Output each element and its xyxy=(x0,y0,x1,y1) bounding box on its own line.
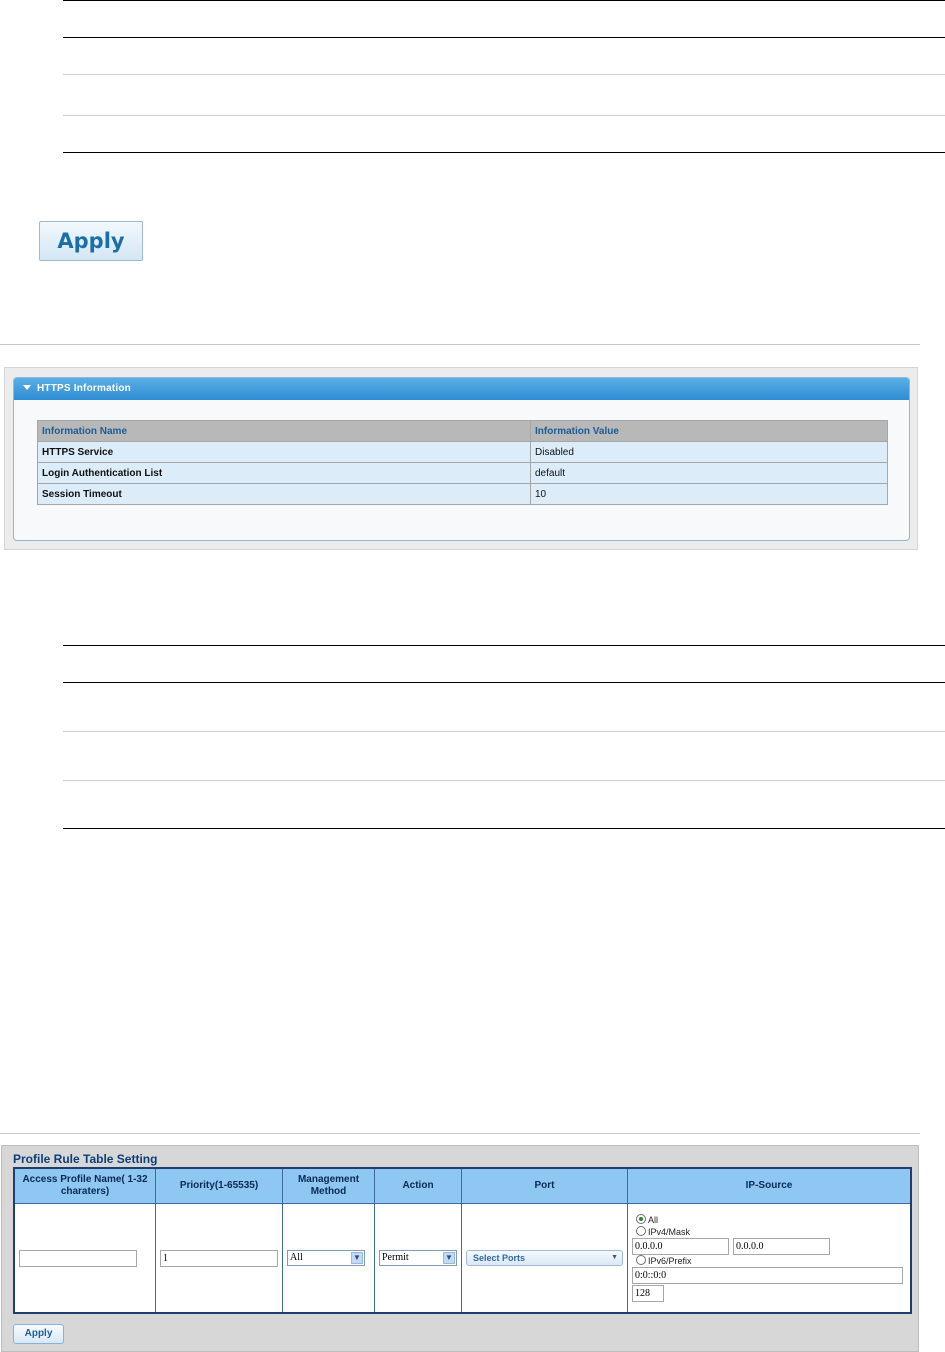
priority-input[interactable]: 1 xyxy=(160,1249,278,1267)
table-row-divider xyxy=(63,74,945,75)
radio-unselected-icon[interactable] xyxy=(636,1226,646,1236)
column-header-information-name: Information Name xyxy=(37,420,531,442)
section-separator xyxy=(0,344,920,345)
action-value: Permit xyxy=(382,1252,409,1263)
column-header-management-method: Management Method xyxy=(282,1167,375,1204)
table-top-border xyxy=(63,0,945,1)
table-row-divider xyxy=(63,731,945,732)
column-header-priority: Priority(1-65535) xyxy=(155,1167,283,1204)
ip-source-all-label: All xyxy=(648,1215,659,1225)
column-header-action: Action xyxy=(374,1167,462,1204)
table-bottom-border xyxy=(63,152,945,153)
table-row: Login Authentication List default xyxy=(37,462,888,484)
ipv4-fields: 0.0.0.0 0.0.0.0 xyxy=(632,1238,906,1255)
table-row-divider xyxy=(63,780,945,781)
table-row-divider xyxy=(63,115,945,116)
section-separator xyxy=(0,1133,920,1134)
method-cell: All ▼ xyxy=(282,1203,375,1314)
ip-source-ipv4-label: IPv4/Mask xyxy=(648,1227,691,1237)
access-profile-name-input[interactable] xyxy=(19,1249,137,1267)
management-method-select[interactable]: All ▼ xyxy=(287,1250,365,1266)
info-value-cell: Disabled xyxy=(530,441,888,463)
info-name-cell: HTTPS Service xyxy=(37,441,531,463)
profile-rule-panel: Profile Rule Table Setting Access Profil… xyxy=(1,1145,919,1352)
table-header-divider xyxy=(63,682,945,683)
table-header-divider xyxy=(63,37,945,38)
dropdown-arrow-icon: ▼ xyxy=(611,1254,618,1261)
ip-source-ipv6-option[interactable]: IPv6/Prefix xyxy=(636,1255,906,1267)
port-cell: Select Ports ▼ xyxy=(461,1203,628,1314)
ip-source-all-option[interactable]: All xyxy=(636,1214,906,1226)
select-ports-button[interactable]: Select Ports ▼ xyxy=(466,1250,623,1266)
column-header-ip-source: IP-Source xyxy=(627,1167,912,1204)
column-header-port: Port xyxy=(461,1167,628,1204)
info-name-cell: Login Authentication List xyxy=(37,462,531,484)
ipv6-address-input[interactable]: 0:0::0:0 xyxy=(632,1267,903,1284)
ipv4-mask-input[interactable]: 0.0.0.0 xyxy=(733,1238,830,1255)
chevron-down-icon: ▼ xyxy=(351,1252,363,1264)
table-bottom-border xyxy=(63,828,945,829)
profile-rule-table: Access Profile Name( 1-32 charaters) Pri… xyxy=(13,1167,912,1314)
table-row: Session Timeout 10 xyxy=(37,483,888,505)
https-information-box: HTTPS Information Information Name Infor… xyxy=(13,377,910,541)
table-header-row: Information Name Information Value xyxy=(37,420,888,442)
chevron-down-icon: ▼ xyxy=(443,1252,455,1264)
table-row: 1 All ▼ Permit ▼ Select Ports ▼ All IPv4… xyxy=(13,1203,912,1314)
column-header-access-profile-name: Access Profile Name( 1-32 charaters) xyxy=(13,1167,156,1204)
https-information-header[interactable]: HTTPS Information xyxy=(14,378,909,400)
ipv4-address-input[interactable]: 0.0.0.0 xyxy=(632,1238,729,1255)
profile-rule-apply-button[interactable]: Apply xyxy=(13,1324,64,1344)
info-value-cell: default xyxy=(530,462,888,484)
action-cell: Permit ▼ xyxy=(374,1203,462,1314)
column-header-information-value: Information Value xyxy=(530,420,888,442)
radio-selected-icon[interactable] xyxy=(636,1214,646,1224)
ip-source-ipv6-label: IPv6/Prefix xyxy=(648,1256,692,1266)
management-method-value: All xyxy=(290,1252,303,1263)
collapse-triangle-icon xyxy=(23,385,31,390)
table-header-row: Access Profile Name( 1-32 charaters) Pri… xyxy=(13,1167,912,1204)
action-select[interactable]: Permit ▼ xyxy=(379,1250,457,1266)
select-ports-label: Select Ports xyxy=(473,1253,526,1263)
info-name-cell: Session Timeout xyxy=(37,483,531,505)
profile-rule-title: Profile Rule Table Setting xyxy=(13,1152,158,1166)
https-information-title: HTTPS Information xyxy=(37,383,131,394)
radio-unselected-icon[interactable] xyxy=(636,1255,646,1265)
ip-source-cell: All IPv4/Mask 0.0.0.0 0.0.0.0 IPv6/Prefi… xyxy=(627,1203,912,1314)
https-information-panel: HTTPS Information Information Name Infor… xyxy=(4,367,918,550)
table-top-border xyxy=(63,645,945,646)
apply-button[interactable]: Apply xyxy=(39,221,143,261)
priority-cell: 1 xyxy=(155,1203,283,1314)
https-information-table: Information Name Information Value HTTPS… xyxy=(37,420,888,505)
table-row: HTTPS Service Disabled xyxy=(37,441,888,463)
ipv6-prefix-input[interactable]: 128 xyxy=(632,1285,664,1302)
profile-name-cell xyxy=(13,1203,156,1314)
ip-source-ipv4-option[interactable]: IPv4/Mask xyxy=(636,1226,906,1238)
info-value-cell: 10 xyxy=(530,483,888,505)
